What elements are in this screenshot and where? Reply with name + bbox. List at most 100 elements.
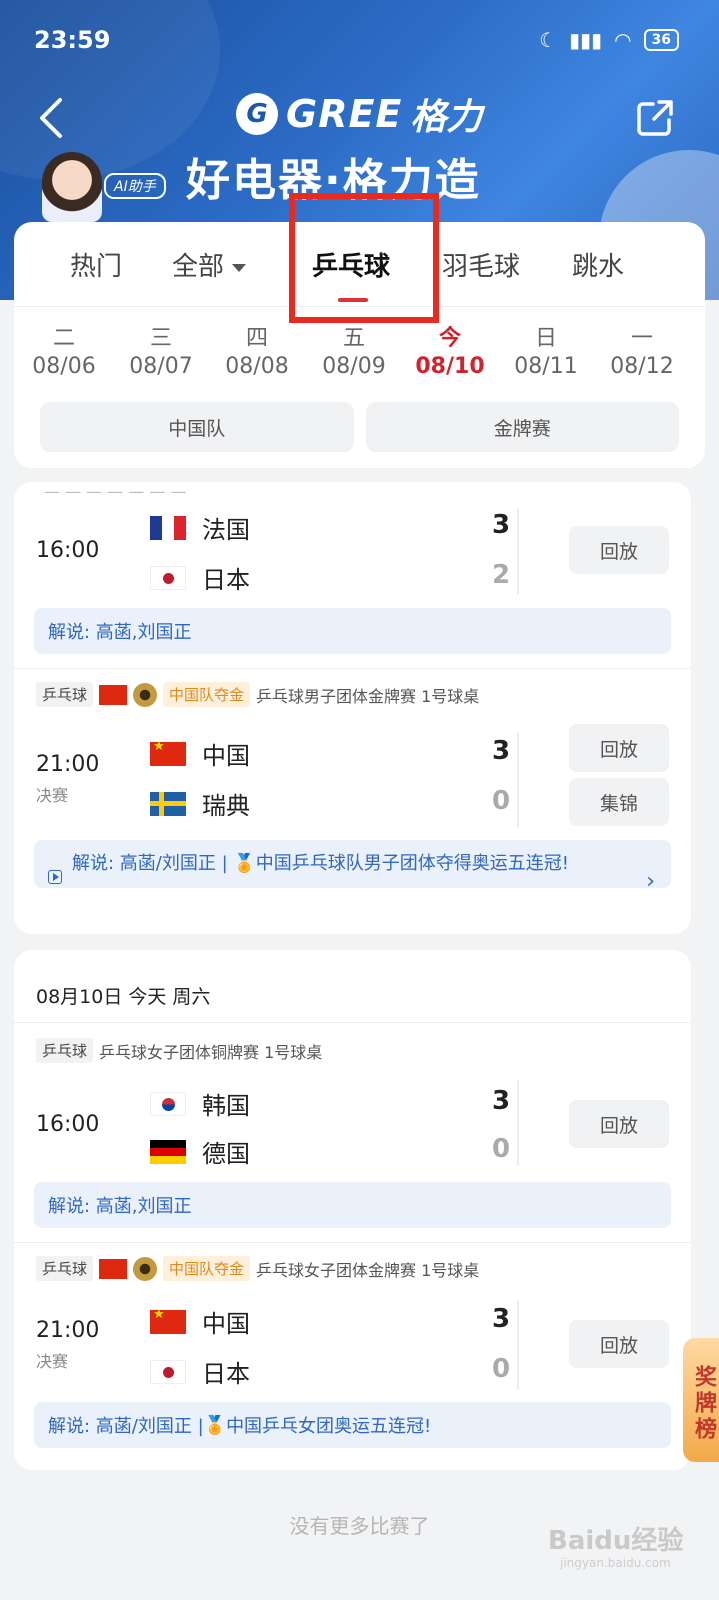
event-name: 乒乓球男子团体金牌赛 1号球桌 bbox=[256, 686, 480, 706]
play-icon bbox=[48, 870, 62, 884]
share-icon[interactable] bbox=[635, 98, 675, 138]
commentary-bar[interactable]: 解说: 高菡,刘国正 bbox=[34, 1182, 671, 1228]
date-item[interactable]: 日 08/11 bbox=[506, 326, 586, 382]
sweden-flag-icon bbox=[150, 791, 186, 816]
match-time: 21:00 bbox=[36, 752, 100, 777]
status-icons: ☾ ▮▮▮ ◠ 36 bbox=[539, 28, 679, 52]
divider bbox=[517, 508, 519, 594]
match-time: 16:00 bbox=[36, 1112, 100, 1137]
sport-tag: 乒乓球 bbox=[36, 682, 94, 707]
japan-flag-icon bbox=[150, 1359, 186, 1384]
commentary-headline: 中国乒乓球队男子团体夺得奥运五连冠! bbox=[255, 853, 569, 874]
china-gold-badge: 中国队夺金 bbox=[163, 1256, 251, 1281]
score: 2 bbox=[492, 560, 511, 590]
gree-logo-mark: G bbox=[236, 93, 278, 135]
date-item[interactable]: 一 08/12 bbox=[602, 326, 682, 382]
team-name: 韩国 bbox=[202, 1092, 250, 1120]
replay-button[interactable]: 回放 bbox=[569, 724, 669, 772]
day-header: 08月10日 今天 周六 bbox=[36, 986, 211, 1008]
commentary-headline: 中国乒乓女团奥运五连冠! bbox=[226, 1416, 432, 1437]
score: 3 bbox=[492, 1304, 511, 1334]
team-name: 日本 bbox=[202, 1360, 250, 1388]
battery-icon: 36 bbox=[643, 29, 679, 51]
match-time: 21:00 bbox=[36, 1318, 100, 1343]
france-flag-icon bbox=[150, 515, 186, 540]
match-stage: 决赛 bbox=[36, 1352, 69, 1371]
sport-tag: 乒乓球 bbox=[36, 1038, 94, 1063]
team-row: 瑞典 bbox=[150, 786, 250, 821]
date-item[interactable]: 二 08/06 bbox=[24, 326, 104, 382]
tab-all[interactable]: 全部 bbox=[172, 246, 247, 283]
team-name: 瑞典 bbox=[202, 792, 250, 820]
status-bar: 23:59 ☾ ▮▮▮ ◠ 36 bbox=[34, 22, 679, 58]
event-name: 乒乓球女子团体金牌赛 1号球桌 bbox=[256, 1260, 480, 1280]
team-name: 日本 bbox=[202, 566, 250, 594]
commentary-bar[interactable]: 解说: 高菡/刘国正 | 🏅中国乒乓球队男子团体夺得奥运五连冠! › bbox=[34, 840, 671, 894]
gree-logo-en: GREE bbox=[286, 92, 403, 136]
medal-icon: 🏅 bbox=[203, 1414, 227, 1436]
team-row: 法国 bbox=[150, 510, 250, 545]
team-row: 日本 bbox=[150, 1354, 250, 1389]
medal-table-button[interactable]: 奖牌榜 bbox=[683, 1338, 719, 1462]
divider bbox=[517, 732, 519, 828]
divider bbox=[517, 1080, 519, 1166]
date-item[interactable]: 三 08/07 bbox=[121, 326, 201, 382]
divider bbox=[14, 1242, 691, 1243]
wifi-icon: ◠ bbox=[614, 28, 632, 52]
team-name: 中国 bbox=[202, 742, 250, 770]
team-name: 德国 bbox=[202, 1140, 250, 1168]
match-time: 16:00 bbox=[36, 538, 100, 563]
ai-assistant-badge[interactable]: AI助手 bbox=[104, 173, 166, 199]
divider bbox=[14, 1022, 691, 1023]
china-flag-icon bbox=[99, 1258, 128, 1279]
match-tags: 乒乓球 乒乓球女子团体铜牌赛 1号球桌 bbox=[36, 1038, 322, 1063]
score: 0 bbox=[492, 786, 511, 816]
commentary-bar[interactable]: 解说: 高菡,刘国正 bbox=[34, 608, 671, 654]
replay-button[interactable]: 回放 bbox=[569, 526, 669, 574]
event-name: 乒乓球女子团体铜牌赛 1号球桌 bbox=[99, 1042, 323, 1062]
replay-button[interactable]: 回放 bbox=[569, 1320, 669, 1368]
back-icon[interactable] bbox=[34, 96, 70, 140]
ai-assistant-avatar[interactable] bbox=[42, 152, 102, 222]
baidu-watermark: Baidu经验 bbox=[548, 1526, 684, 1556]
tab-all-label: 全部 bbox=[172, 252, 225, 282]
china-flag-icon bbox=[150, 1307, 186, 1334]
date-item[interactable]: 五 08/09 bbox=[314, 326, 394, 382]
score: 0 bbox=[492, 1134, 511, 1164]
divider bbox=[517, 1300, 519, 1390]
team-row: 中国 bbox=[150, 1304, 250, 1339]
commentary-bar[interactable]: 解说: 高菡/刘国正 | 🏅 中国乒乓女团奥运五连冠! bbox=[34, 1402, 671, 1448]
gree-logo-cn: 格力 bbox=[410, 97, 483, 138]
team-name: 中国 bbox=[202, 1310, 250, 1338]
tab-diving[interactable]: 跳水 bbox=[572, 246, 624, 283]
highlights-button[interactable]: 集锦 bbox=[569, 778, 669, 826]
medal-icon: 🏅 bbox=[233, 853, 256, 874]
commentary-text: 解说: 高菡/刘国正 | bbox=[48, 1416, 204, 1437]
divider bbox=[14, 668, 691, 669]
status-time: 23:59 bbox=[34, 26, 111, 54]
team-row: 日本 bbox=[150, 560, 250, 595]
filter-china-team[interactable]: 中国队 bbox=[40, 402, 354, 452]
replay-button[interactable]: 回放 bbox=[569, 1100, 669, 1148]
score: 3 bbox=[492, 736, 511, 766]
commentary-text: 解说: 高菡/刘国正 | bbox=[72, 853, 234, 874]
moon-icon: ☾ bbox=[539, 28, 558, 52]
tab-hot[interactable]: 热门 bbox=[70, 246, 122, 283]
sport-tag: 乒乓球 bbox=[36, 1256, 94, 1281]
gold-medal-icon bbox=[133, 682, 158, 707]
tab-badminton[interactable]: 羽毛球 bbox=[442, 246, 520, 283]
date-selector: 二 08/06 三 08/07 四 08/08 五 08/09 今 08/10 日 08/1… bbox=[14, 326, 705, 388]
match-card: 08月10日 今天 周六 乒乓球 乒乓球女子团体铜牌赛 1号球桌 16:00 韩… bbox=[14, 950, 691, 1470]
date-item[interactable]: 四 08/08 bbox=[217, 326, 297, 382]
china-flag-icon bbox=[99, 684, 128, 705]
china-gold-badge: 中国队夺金 bbox=[163, 682, 251, 707]
scrolled-header: — — — — — — — bbox=[44, 482, 187, 494]
korea-flag-icon bbox=[150, 1091, 186, 1116]
filter-gold-match[interactable]: 金牌赛 bbox=[365, 402, 679, 452]
date-item-today[interactable]: 今 08/10 bbox=[410, 326, 490, 382]
quick-filters: 中国队 金牌赛 bbox=[40, 402, 679, 452]
china-flag-icon bbox=[150, 739, 186, 766]
match-card: — — — — — — — 16:00 法国 日本 3 2 回放 解说: 高菡,… bbox=[14, 482, 691, 934]
japan-flag-icon bbox=[150, 565, 186, 590]
team-row: 中国 bbox=[150, 736, 250, 771]
